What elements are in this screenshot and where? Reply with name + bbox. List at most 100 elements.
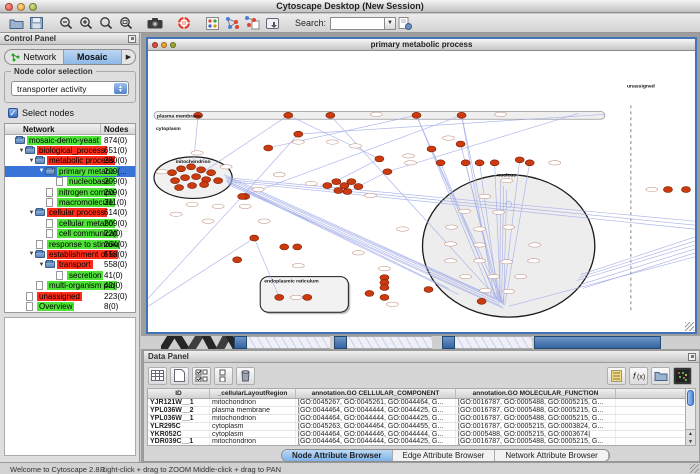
background-frame-preview[interactable] <box>247 336 330 349</box>
graph-node[interactable] <box>192 174 201 180</box>
graph-node[interactable] <box>168 170 177 176</box>
network-view-frame[interactable]: primary metabolic process plasma membran… <box>146 37 697 334</box>
table-column-header[interactable]: annotation.GO CELLULAR_COMPONENT <box>296 389 456 398</box>
node-color-dropdown[interactable]: transporter activity ▲▼ <box>11 81 129 96</box>
graph-node[interactable] <box>477 298 486 304</box>
tree-row[interactable]: cellular metabo209(0) <box>5 218 135 228</box>
graph-node[interactable] <box>681 187 690 193</box>
select-attributes-icon[interactable] <box>192 367 211 385</box>
window-resize-grip-icon[interactable] <box>690 464 699 473</box>
zoom-selected-icon[interactable] <box>97 15 114 31</box>
import-attributes-folder-icon[interactable] <box>651 367 670 385</box>
graph-node[interactable] <box>332 179 341 185</box>
float-panel-icon[interactable] <box>128 35 136 43</box>
attribute-list-icon[interactable] <box>607 367 626 385</box>
attribute-table[interactable]: ID_cellularLayoutRegionannotation.GO CEL… <box>147 388 687 446</box>
zoom-in-icon[interactable] <box>77 15 94 31</box>
expand-triangle-icon[interactable]: ▼ <box>18 148 25 154</box>
snapshot-camera-icon[interactable] <box>146 15 163 31</box>
tree-row[interactable]: response to stimulu264(0) <box>5 239 135 249</box>
graph-node[interactable] <box>515 157 524 163</box>
expand-triangle-icon[interactable]: ▼ <box>38 262 45 268</box>
table-row[interactable]: YPL036W__1mitochondrion[GO:0044464, GO:0… <box>148 415 686 423</box>
expand-triangle-icon[interactable]: ▼ <box>38 168 45 174</box>
tree-row[interactable]: mosaic-demo-yeast874(0) <box>5 135 135 145</box>
tab-edge-attribute-browser[interactable]: Edge Attribute Browser <box>393 450 496 461</box>
table-row[interactable]: YLR295Ccytoplasm[GO:0045263, GO:0044464,… <box>148 423 686 431</box>
tab-mosaic[interactable]: Mosaic <box>64 50 123 64</box>
import-network-icon[interactable] <box>244 15 261 31</box>
graph-node[interactable] <box>275 294 284 300</box>
zoom-out-icon[interactable] <box>57 15 74 31</box>
graph-node[interactable] <box>181 175 190 181</box>
graph-node[interactable] <box>250 235 259 241</box>
graph-node[interactable] <box>200 182 209 188</box>
search-combobox[interactable]: ▼ <box>330 17 396 30</box>
search-dropdown-arrow-icon[interactable]: ▼ <box>384 17 396 30</box>
tree-row[interactable]: nitrogen compo209(0) <box>5 187 135 197</box>
background-frame-preview[interactable] <box>455 336 532 349</box>
background-frame-corner[interactable] <box>234 336 247 349</box>
graph-node[interactable] <box>284 112 293 118</box>
background-frame-corner[interactable] <box>334 336 347 349</box>
scrollbar-thumb[interactable] <box>687 390 694 406</box>
graph-node[interactable] <box>303 294 312 300</box>
graph-node[interactable] <box>233 257 242 263</box>
network-frame-titlebar[interactable]: primary metabolic process <box>148 39 695 51</box>
graph-node[interactable] <box>347 179 356 185</box>
table-row[interactable]: YJR121W__1mitochondrion[GO:0045267, GO:0… <box>148 399 686 407</box>
graph-node[interactable] <box>475 160 484 166</box>
graph-node[interactable] <box>456 141 465 147</box>
help-lifebuoy-icon[interactable] <box>175 15 192 31</box>
tab-network-attribute-browser[interactable]: Network Attribute Browser <box>495 450 608 461</box>
table-column-header[interactable] <box>616 389 686 398</box>
float-panel-icon[interactable] <box>688 353 696 361</box>
tab-node-attribute-browser[interactable]: Node Attribute Browser <box>282 450 393 461</box>
search-input[interactable] <box>330 17 384 30</box>
tree-row[interactable]: multi-organism pro42(0) <box>5 280 135 290</box>
vizmapper-icon[interactable] <box>204 15 221 31</box>
graph-node[interactable] <box>412 112 421 118</box>
annotation-icon[interactable] <box>264 15 281 31</box>
graph-node[interactable] <box>177 166 186 172</box>
graph-node[interactable] <box>343 189 352 195</box>
select-nodes-checkbox[interactable]: ✓ <box>8 108 18 118</box>
attribute-table-icon[interactable] <box>148 367 167 385</box>
more-tabs-arrow-icon[interactable]: ▶ <box>122 50 135 64</box>
graph-node[interactable] <box>663 187 672 193</box>
tree-row[interactable]: unassigned223(0) <box>5 291 135 301</box>
tree-row[interactable]: cell communicat22(0) <box>5 229 135 239</box>
table-row[interactable]: YPL036W__2plasma membrane[GO:0044464, GO… <box>148 407 686 415</box>
graph-node[interactable] <box>380 285 389 291</box>
tree-row[interactable]: ▼establishment of lo558(0) <box>5 249 135 259</box>
graph-node[interactable] <box>326 112 335 118</box>
tree-row[interactable]: macromolecule311(0) <box>5 197 135 207</box>
graph-node[interactable] <box>294 131 303 137</box>
tree-row[interactable]: ▼transport558(0) <box>5 260 135 270</box>
table-column-header[interactable]: annotation.GO MOLECULAR_FUNCTION <box>456 389 616 398</box>
graph-node[interactable] <box>424 286 433 292</box>
tree-row[interactable]: ▼cellular process614(0) <box>5 208 135 218</box>
graph-node[interactable] <box>188 183 197 189</box>
save-session-icon[interactable] <box>28 15 45 31</box>
tree-row[interactable]: ▼metabolic process280(0) <box>5 156 135 166</box>
unselect-attributes-icon[interactable] <box>214 367 233 385</box>
network-canvas[interactable]: plasma membranecytoplasmmitochondrionnuc… <box>148 51 695 332</box>
graph-node[interactable] <box>334 188 343 194</box>
graph-node[interactable] <box>293 244 302 250</box>
tree-row[interactable]: ▼biological_process651(0) <box>5 145 135 155</box>
expand-triangle-icon[interactable]: ▼ <box>28 251 35 257</box>
tree-row[interactable]: secretion41(0) <box>5 270 135 280</box>
graph-node[interactable] <box>375 156 384 162</box>
tree-row[interactable]: ▼primary metabo209(... <box>5 166 135 176</box>
table-scrollbar[interactable]: ▲▼ <box>685 388 696 446</box>
tree-row[interactable]: nucleobase-209(0) <box>5 177 135 187</box>
background-frame-corner[interactable] <box>442 336 455 349</box>
delete-attribute-trash-icon[interactable] <box>236 367 255 385</box>
graph-node[interactable] <box>525 160 534 166</box>
background-frame-titlebar[interactable] <box>534 336 661 349</box>
open-file-icon[interactable] <box>8 15 25 31</box>
scrollbar-arrows-icon[interactable]: ▲▼ <box>686 429 695 445</box>
graph-node[interactable] <box>354 184 363 190</box>
table-row[interactable]: YKR052Ccytoplasm[GO:0044464, GO:0044446,… <box>148 431 686 439</box>
